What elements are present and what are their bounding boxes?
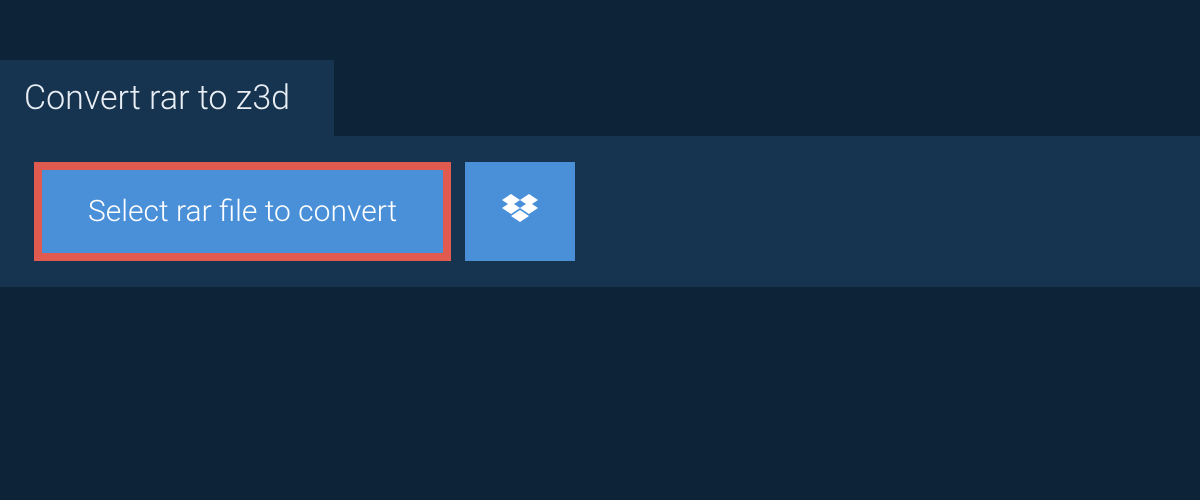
header-tab: Convert rar to z3d [0,60,334,136]
page-title: Convert rar to z3d [24,78,290,118]
button-row: Select rar file to convert [34,162,1166,261]
dropbox-button[interactable] [465,162,575,261]
select-file-label: Select rar file to convert [88,194,397,229]
upload-panel: Select rar file to convert [0,136,1200,287]
dropbox-icon [502,194,538,230]
select-file-button[interactable]: Select rar file to convert [34,162,451,261]
